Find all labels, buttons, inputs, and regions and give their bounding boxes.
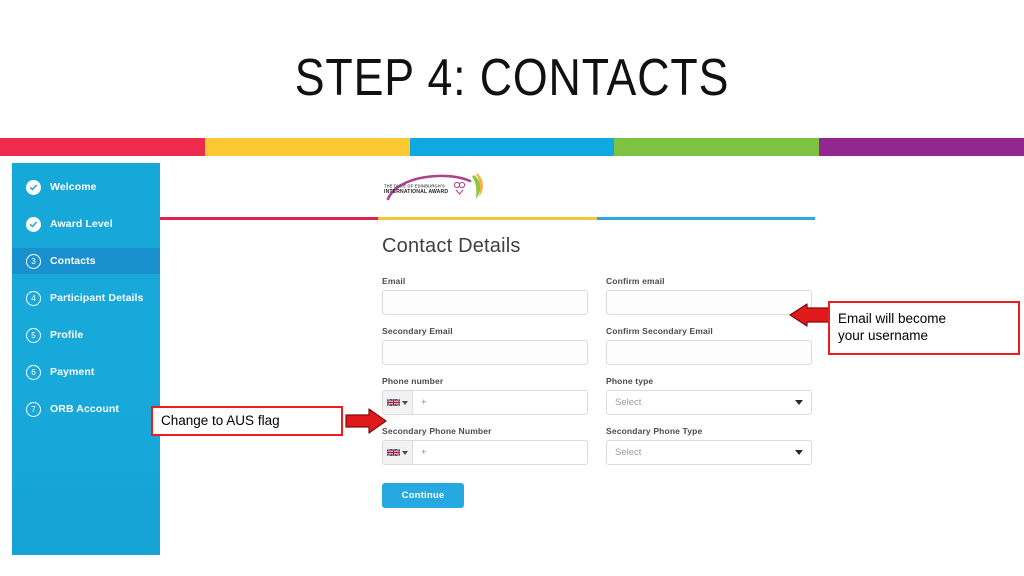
form-row-email: Email Confirm email	[382, 276, 812, 315]
content-panel: THE DUKE OF EDINBURGH'S INTERNATIONAL AW…	[160, 163, 1024, 555]
sidebar-item-label: Contacts	[50, 255, 96, 267]
field-email: Email	[382, 276, 588, 315]
field-confirm-email: Confirm email	[606, 276, 812, 315]
sidebar-item-label: ORB Account	[50, 403, 119, 415]
rule-segment-red	[160, 217, 379, 220]
united-kingdom-flag-icon	[387, 398, 400, 407]
sidebar: Welcome Award Level 3 Contacts 4 Partici…	[12, 163, 160, 555]
sidebar-item-welcome[interactable]: Welcome	[12, 174, 160, 200]
phone-number-group	[382, 390, 588, 415]
sidebar-item-participant-details[interactable]: 4 Participant Details	[12, 285, 160, 311]
annotation-email-note-line1: Email will become	[838, 311, 947, 327]
step-number-icon: 4	[26, 290, 41, 306]
secondary-phone-number-input[interactable]	[412, 440, 588, 465]
phone-type-label: Phone type	[606, 376, 654, 386]
secondary-phone-number-label: Secondary Phone Number	[382, 426, 492, 436]
sidebar-item-payment[interactable]: 6 Payment	[12, 359, 160, 385]
logo-line-1: THE DUKE OF EDINBURGH'S	[384, 184, 445, 189]
sidebar-item-label: Payment	[50, 366, 95, 378]
chevron-down-icon	[795, 450, 803, 455]
confirm-email-input[interactable]	[606, 290, 812, 315]
confirm-email-label: Confirm email	[606, 276, 665, 286]
email-input[interactable]	[382, 290, 588, 315]
field-phone-type: Phone type Select	[606, 376, 812, 415]
annotation-arrow-right-icon	[345, 408, 387, 434]
sidebar-item-label: Award Level	[50, 218, 113, 230]
confirm-secondary-email-input[interactable]	[606, 340, 812, 365]
chevron-down-icon	[402, 450, 408, 455]
sidebar-item-profile[interactable]: 5 Profile	[12, 322, 160, 348]
step-number-icon: 6	[26, 364, 41, 380]
secondary-email-label: Secondary Email	[382, 326, 453, 336]
check-icon	[26, 216, 41, 232]
brand-logo: THE DUKE OF EDINBURGH'S INTERNATIONAL AW…	[378, 169, 498, 211]
step-number-icon: 5	[26, 327, 41, 343]
confirm-secondary-email-label: Confirm Secondary Email	[606, 326, 713, 336]
sidebar-item-label: Participant Details	[50, 292, 144, 304]
united-kingdom-flag-icon	[387, 448, 400, 457]
secondary-phone-number-group	[382, 440, 588, 465]
form-row-secondary-phone: Secondary Phone Number + Secondary Phone…	[382, 426, 812, 465]
check-icon	[26, 179, 41, 195]
step-number-icon: 7	[26, 401, 41, 417]
sidebar-item-orb-account[interactable]: 7 ORB Account	[12, 396, 160, 422]
phone-number-label: Phone number	[382, 376, 444, 386]
email-label: Email	[382, 276, 406, 286]
band-segment-yellow	[204, 138, 410, 156]
step-number-icon: 3	[26, 253, 41, 269]
band-segment-red	[0, 138, 205, 156]
annotation-email-note: Email will become your username	[828, 301, 1020, 355]
logo-graphic: THE DUKE OF EDINBURGH'S INTERNATIONAL AW…	[384, 173, 483, 201]
secondary-phone-type-label: Secondary Phone Type	[606, 426, 703, 436]
phone-number-input[interactable]	[412, 390, 588, 415]
chevron-down-icon	[402, 400, 408, 405]
chevron-down-icon	[795, 400, 803, 405]
annotation-arrow-left-icon	[789, 303, 833, 327]
annotation-flag-note-text: Change to AUS flag	[161, 412, 280, 428]
contact-details-form: Contact Details Email Confirm email Seco…	[382, 235, 812, 508]
field-secondary-email: Secondary Email	[382, 326, 588, 365]
sidebar-item-contacts[interactable]: 3 Contacts	[12, 248, 160, 274]
form-row-secondary-email: Secondary Email Confirm Secondary Email	[382, 326, 812, 365]
secondary-country-flag-selector[interactable]	[382, 440, 412, 465]
sidebar-item-label: Welcome	[50, 181, 97, 193]
page-title: STEP 4: CONTACTS	[294, 49, 730, 107]
field-secondary-phone-type: Secondary Phone Type Select	[606, 426, 812, 465]
band-segment-blue	[409, 138, 615, 156]
phone-type-select[interactable]: Select	[606, 390, 812, 415]
secondary-phone-type-value: Select	[615, 447, 642, 458]
sidebar-item-label: Profile	[50, 329, 84, 341]
application-screenshot: Welcome Award Level 3 Contacts 4 Partici…	[0, 156, 1024, 576]
sidebar-item-award-level[interactable]: Award Level	[12, 211, 160, 237]
band-segment-purple	[819, 138, 1024, 156]
annotation-flag-note: Change to AUS flag	[151, 406, 343, 436]
field-secondary-phone-number: Secondary Phone Number	[382, 426, 588, 465]
field-phone-number: Phone number	[382, 376, 588, 415]
divider-rule	[160, 217, 815, 220]
form-heading: Contact Details	[382, 235, 521, 257]
form-row-phone: Phone number + Phone type Select	[382, 376, 812, 415]
band-segment-green	[614, 138, 820, 156]
secondary-phone-type-select[interactable]: Select	[606, 440, 812, 465]
rule-segment-blue	[596, 217, 815, 220]
color-band	[0, 138, 1024, 156]
continue-button[interactable]: Continue	[382, 483, 464, 508]
annotation-email-note-line2: your username	[838, 328, 929, 343]
rule-segment-yellow	[378, 217, 597, 220]
slide-canvas: STEP 4: CONTACTS Welcome Award Level 3 C…	[0, 0, 1024, 576]
phone-type-value: Select	[615, 397, 642, 408]
logo-line-2: INTERNATIONAL AWARD	[384, 189, 448, 195]
secondary-email-input[interactable]	[382, 340, 588, 365]
field-confirm-secondary-email: Confirm Secondary Email	[606, 326, 812, 365]
